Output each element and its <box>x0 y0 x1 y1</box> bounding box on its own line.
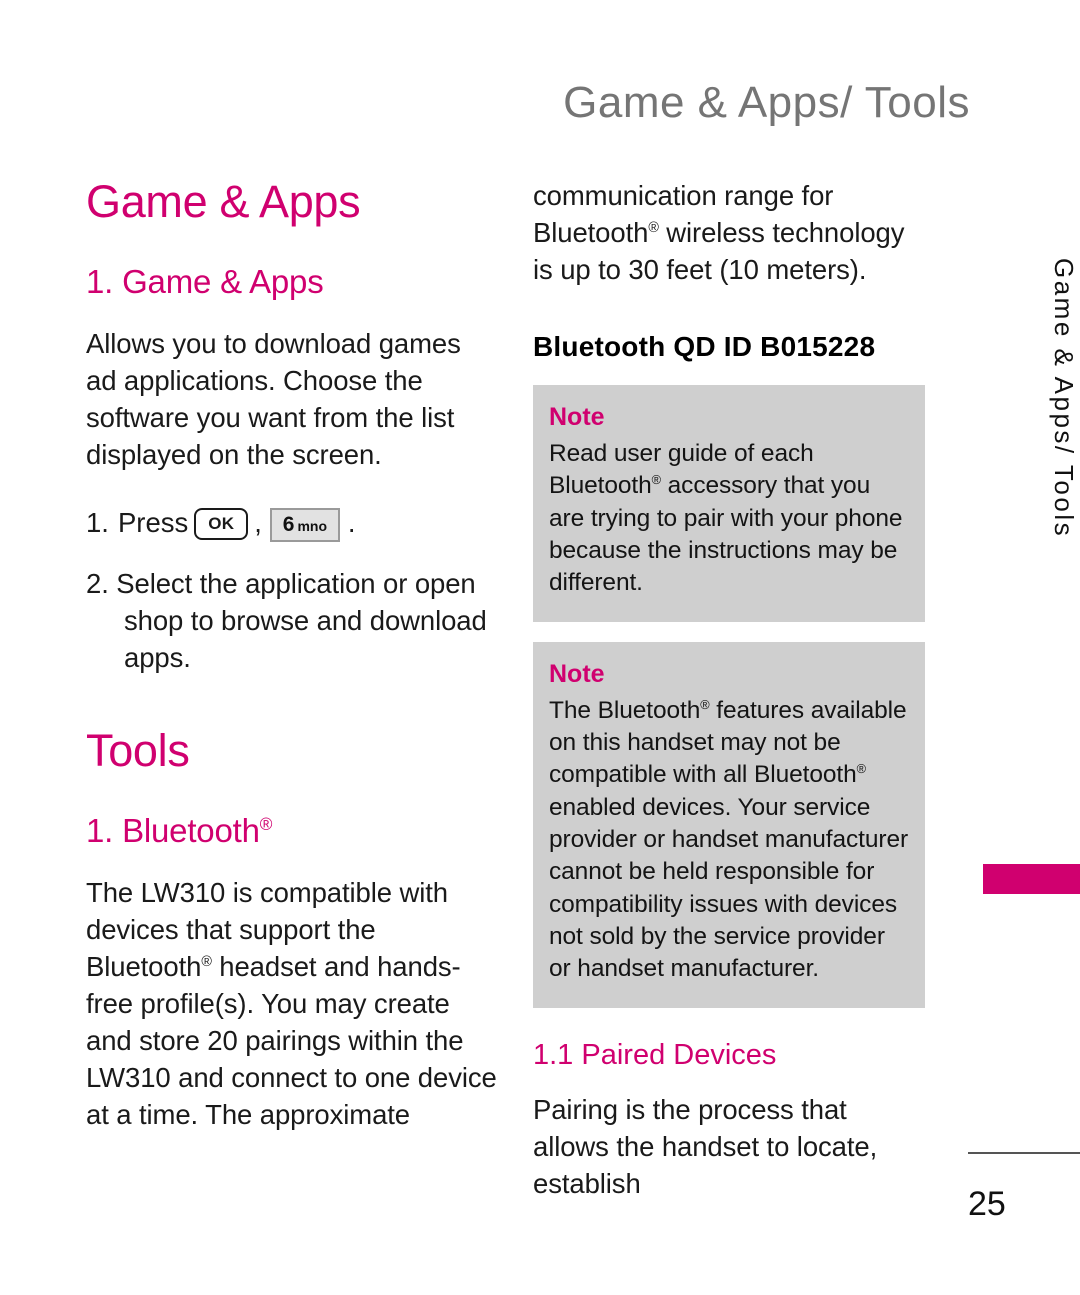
paragraph-game-apps-intro: Allows you to download games ad applicat… <box>86 327 461 470</box>
registered-mark-icon: ® <box>259 813 273 834</box>
num-key-letters: mno <box>297 517 327 534</box>
registered-mark-icon: ® <box>651 472 661 488</box>
step-1-comma: , <box>254 506 262 538</box>
note-body-text: The Bluetooth® features available on thi… <box>549 695 909 986</box>
footer-divider <box>968 1152 1080 1154</box>
heading-bluetooth-qd-id: Bluetooth QD ID B015228 <box>533 330 876 362</box>
running-header-title: Game & Apps/ Tools <box>563 78 970 127</box>
right-column: communication range for Bluetooth® wirel… <box>533 178 925 1223</box>
note-label: Note <box>549 659 605 688</box>
paragraph-paired-devices: Pairing is the process that allows the h… <box>533 1093 878 1199</box>
num-key-digit: 6 <box>282 512 295 536</box>
sidebar-thumb-tab-label: Game & Apps/ Tools <box>1049 258 1079 539</box>
num-key-6-mno-icon: 6 mno <box>269 507 340 542</box>
paragraph-bluetooth-compatibility: The LW310 is compatible with devices tha… <box>86 875 498 1134</box>
note-body-text: Read user guide of each Bluetooth® acces… <box>549 438 909 600</box>
subsection-heading-1-bluetooth: 1. Bluetooth® <box>86 811 498 849</box>
step-2-select-application: 2. Select the application or open shop t… <box>86 567 487 673</box>
note-label: Note <box>549 403 605 432</box>
section-heading-tools: Tools <box>86 724 190 776</box>
bluetooth-heading-text: 1. Bluetooth <box>86 811 260 849</box>
note-2-part-1: The Bluetooth <box>549 696 701 724</box>
subsection-heading-1-game-and-apps: 1. Game & Apps <box>86 262 324 300</box>
ok-key-icon: OK <box>194 507 249 540</box>
section-heading-game-and-apps: Game & Apps <box>86 176 361 227</box>
step-1-number: 1. <box>86 506 109 538</box>
registered-mark-icon: ® <box>201 953 212 970</box>
registered-mark-icon: ® <box>700 696 710 712</box>
note-2-part-3: enabled devices. Your service provider o… <box>549 793 909 983</box>
manual-page: Game & Apps/ Tools Game & Apps 1. Game &… <box>0 0 1080 1295</box>
step-1-period: . <box>347 506 356 538</box>
page-number: 25 <box>968 1185 1006 1223</box>
subsection-heading-1-1-paired-devices: 1.1 Paired Devices <box>533 1038 777 1071</box>
registered-mark-icon: ® <box>856 761 866 777</box>
note-box-feature-compatibility: Note The Bluetooth® features available o… <box>533 641 925 1008</box>
note-box-accessory-guide: Note Read user guide of each Bluetooth® … <box>533 385 925 622</box>
step-1-label: Press <box>117 506 189 538</box>
sidebar-thumb-tab-marker <box>983 864 1080 894</box>
registered-mark-icon: ® <box>648 219 659 236</box>
paragraph-communication-range: communication range for Bluetooth® wirel… <box>533 178 925 289</box>
left-column: Game & Apps 1. Game & Apps Allows you to… <box>86 178 498 1154</box>
step-1-press-keys: 1. Press OK , 6 mno . <box>86 506 498 542</box>
